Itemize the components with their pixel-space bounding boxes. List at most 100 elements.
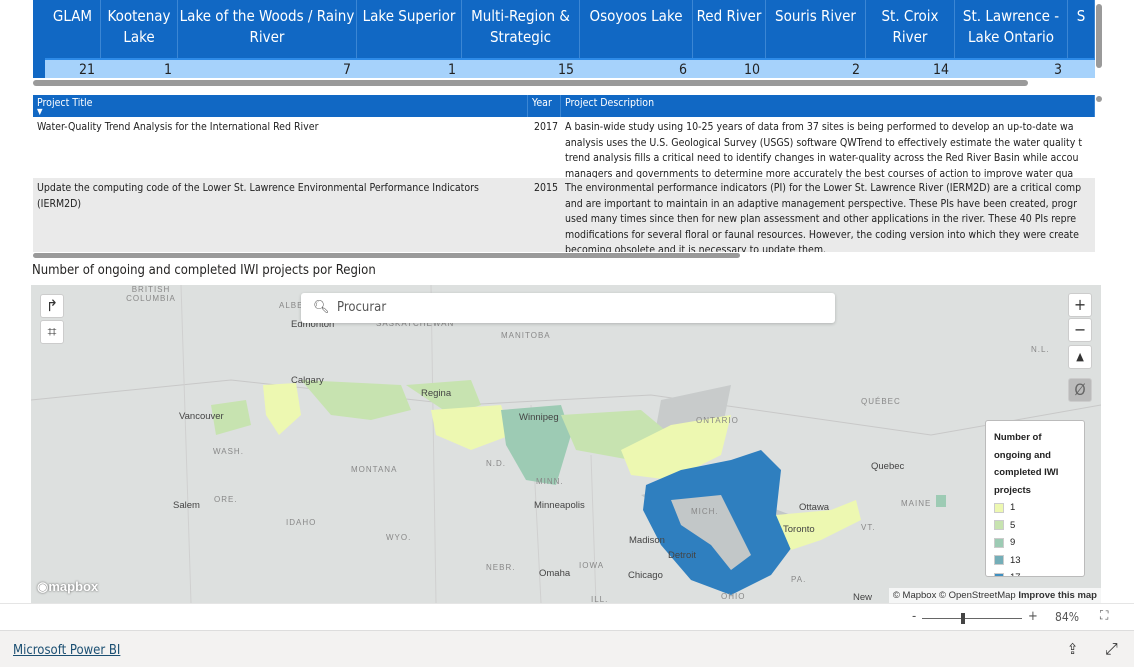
matrix-column-header[interactable]: St. Lawrence - Lake Ontario [955,0,1068,58]
share-icon[interactable]: ⇪ [1067,640,1078,658]
matrix-column-header[interactable]: GLAM [45,0,101,58]
matrix-value-cell: 1 [101,58,178,78]
legend-swatch [994,572,1004,576]
zoom-slider[interactable] [922,618,1022,619]
table-horizontal-scrollbar[interactable] [33,253,740,258]
region-label: N.L. [1031,345,1050,354]
table-vertical-scrollbar[interactable] [1096,96,1102,102]
matrix-column-header[interactable]: St. Croix River [866,0,955,58]
region-label: QUÉBEC [861,397,901,406]
powerbi-link[interactable]: Microsoft Power BI [13,643,120,658]
region-label: MICH. [691,507,719,516]
legend-label: 17 [1010,572,1021,576]
legend-title: Number of ongoing and completed IWI proj… [994,432,1059,496]
zoom-level: 84% [1055,610,1079,624]
column-header-year[interactable]: Year [528,95,561,117]
footer-bar: Microsoft Power BI ⇪ ⤢ [0,630,1134,667]
map-attribution: © Mapbox © OpenStreetMap Improve this ma… [888,588,1101,603]
city-label: Detroit [668,550,696,561]
legend-item[interactable]: 17 [994,569,1076,576]
matrix-value-cell: 15 [462,58,580,78]
mapbox-logo[interactable]: ◉mapbox [37,579,98,595]
legend-swatch [994,537,1004,548]
matrix-column-header[interactable]: Souris River [766,0,866,58]
city-label: Minneapolis [534,500,585,511]
city-label: Vancouver [179,411,224,422]
matrix-column-header[interactable]: Osoyoos Lake [580,0,693,58]
matrix-column-header[interactable]: Multi-Region & Strategic [462,0,580,58]
improve-map-link[interactable]: Improve this map [1018,590,1097,601]
region-label: IOWA [579,561,605,570]
project-title-cell: Water-Quality Trend Analysis for the Int… [33,117,528,178]
legend-item[interactable]: 1 [994,499,1076,517]
fit-to-page-icon[interactable]: ⛶ [1100,608,1108,623]
matrix-column-header[interactable]: Lake of the Woods / Rainy River [178,0,357,58]
city-label: Chicago [628,570,663,581]
matrix-vertical-scrollbar[interactable] [1096,4,1102,68]
region-label: WYO. [386,533,412,542]
zoom-bar: - + 84% ⛶ [0,603,1134,630]
legend-label: 13 [1010,554,1021,566]
region-label: NEBR. [486,563,516,572]
legend-swatch [994,555,1004,566]
matrix-horizontal-scrollbar[interactable] [33,80,1028,86]
city-label: Ottawa [799,502,830,513]
map-search-input[interactable]: 🔍︎ Procurar [301,293,835,323]
description-line: becoming obsolete and it is necessary to… [565,244,827,252]
rect-select-icon[interactable]: ⌗ [40,320,64,344]
matrix-column-header[interactable]: Red River [693,0,766,58]
project-description-cell: The environmental performance indicators… [561,178,1095,252]
matrix-value-cell [1068,58,1095,78]
city-label: Madison [629,535,665,546]
matrix-column-header[interactable]: Lake Superior [357,0,462,58]
fullscreen-icon[interactable]: ⤢ [1105,639,1118,659]
zoom-slider-thumb[interactable] [961,613,965,624]
region-label: N.D. [486,459,506,468]
matrix-column-header[interactable]: Kootenay Lake [101,0,178,58]
compass-icon[interactable]: ▲ [1068,345,1092,369]
legend-label: 1 [1010,502,1016,514]
city-label: Quebec [871,461,905,472]
logo-text: mapbox [48,579,99,594]
region-label: IDAHO [286,518,317,527]
region-label: WASH. [213,447,244,456]
description-line: trend analysis fills a critical need to … [565,152,1079,164]
region-st-croix [936,495,946,507]
city-label: Regina [421,388,452,399]
map-visual[interactable]: BRITISH COLUMBIAALBERTASASKATCHEWANMANIT… [31,285,1101,603]
region-label: PA. [791,575,807,584]
legend-item[interactable]: 9 [994,534,1076,552]
attribution-link[interactable]: © Mapbox © OpenStreetMap [893,590,1016,601]
description-line: managers and governments to determine mo… [565,167,1074,179]
header-label: Project Title [37,97,93,109]
zoom-out-button[interactable]: − [1068,318,1092,342]
project-title-cell: Update the computing code of the Lower S… [33,178,528,252]
description-line: A basin-wide study using 10-25 years of … [565,121,1074,133]
region-label: ILL. [591,595,609,603]
legend-swatch [994,502,1004,513]
map-canvas [31,285,1101,603]
region-count-matrix: GLAM 21 Kootenay Lake 1 Lake of the Woods / … [33,0,1095,78]
legend-item[interactable]: 5 [994,517,1076,535]
zoom-in-page[interactable]: + [1028,609,1038,624]
city-label: New [853,592,873,603]
zoom-out-page[interactable]: - [912,609,916,624]
project-year-cell: 2017 [528,117,561,178]
description-line: analysis uses the U.S. Geological Survey… [565,136,1083,149]
zoom-in-button[interactable]: + [1068,293,1092,317]
matrix-column-header[interactable]: S [1068,0,1095,58]
sort-down-icon: ▼ [37,107,43,116]
region-red-river-west [431,405,511,450]
location-disabled-icon[interactable]: Ø [1068,378,1092,402]
city-label: Omaha [539,568,571,579]
matrix-row-header [33,0,45,78]
region-label: ORE. [214,495,238,504]
legend-item[interactable]: 13 [994,552,1076,570]
map-title: Number of ongoing and completed IWI proj… [32,263,376,278]
lasso-select-icon[interactable]: ↱ [40,294,64,318]
legend-swatch [994,520,1004,531]
column-header-title[interactable]: Project Title ▼ [33,95,528,117]
column-header-description[interactable]: Project Description [561,95,1095,117]
matrix-value-cell: 14 [866,58,955,78]
region-label: VT. [861,523,876,532]
